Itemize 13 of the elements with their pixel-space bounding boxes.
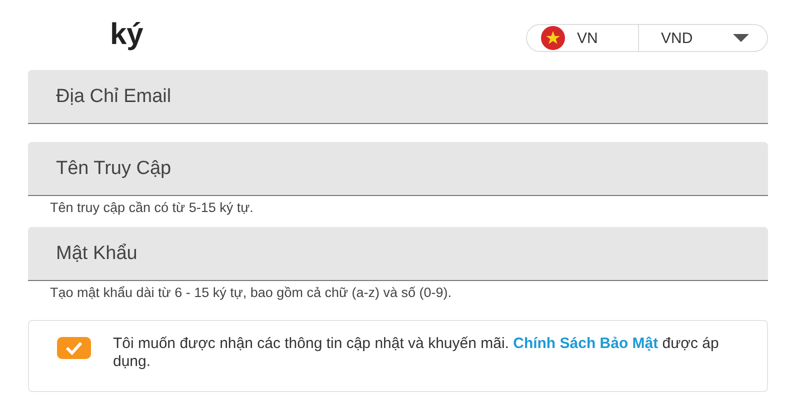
- caret-icon: [733, 34, 749, 42]
- currency-select[interactable]: VND: [639, 30, 767, 46]
- checkbox[interactable]: [57, 337, 91, 359]
- input-field[interactable]: Mật Khẩu: [28, 227, 768, 281]
- page-title: ký: [110, 18, 144, 52]
- flag-icon: [541, 26, 565, 50]
- field-hint: Tạo mật khẩu dài từ 6 - 15 ký tự, bao gồm cả chữ (a-z) và số (0-9).: [50, 285, 453, 300]
- country-code: VN: [577, 30, 598, 46]
- consent-text: Tôi muốn được nhận các thông tin cập nhật và khuyến mãi. Chính Sách Bảo Mật được áp dụng.: [113, 335, 720, 371]
- check-icon: [65, 341, 83, 355]
- input-field[interactable]: Địa Chỉ Email: [28, 70, 768, 124]
- input-field[interactable]: Tên Truy Cập: [28, 142, 768, 196]
- field-hint: Tên truy cập cần có từ 5-15 ký tự.: [50, 200, 254, 215]
